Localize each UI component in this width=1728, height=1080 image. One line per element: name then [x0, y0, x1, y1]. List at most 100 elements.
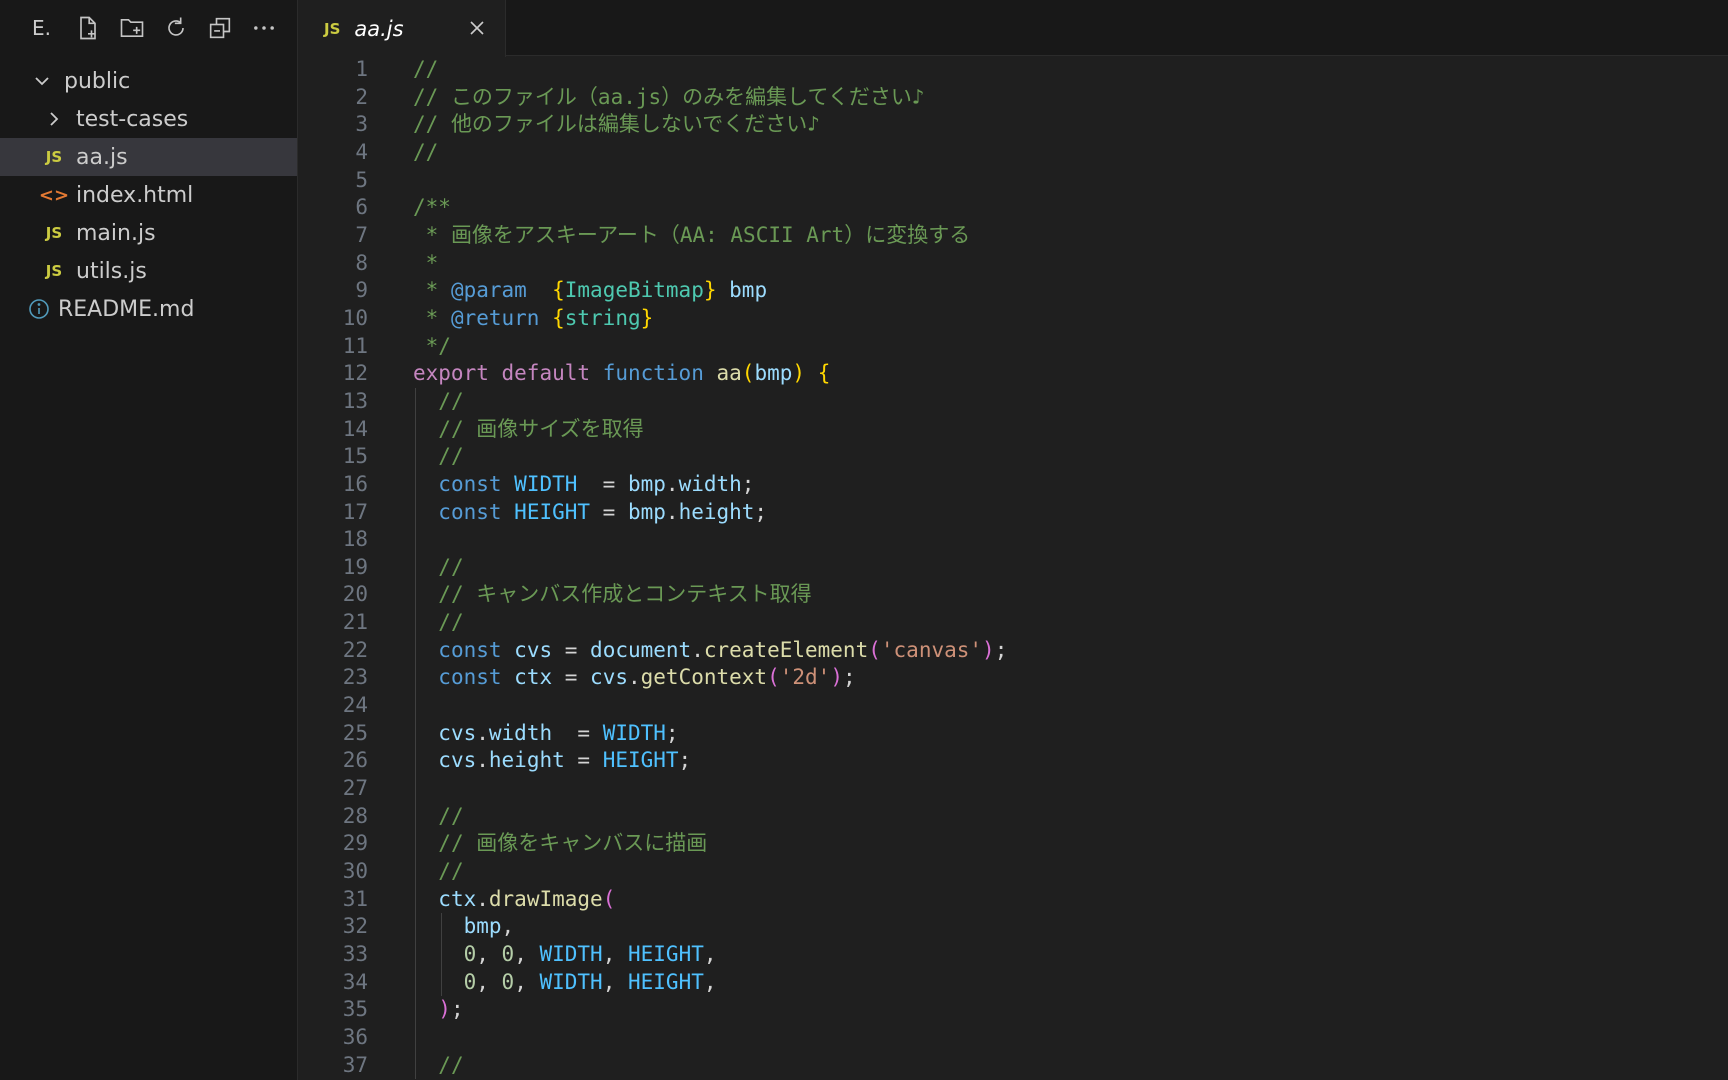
code-line: 1 //	[298, 56, 1728, 84]
code-text: //	[413, 609, 464, 637]
code-token: このファイル（aa.js）のみを編集してください♪	[450, 84, 925, 109]
code-token: ;	[450, 997, 464, 1022]
tree-item-main-js[interactable]: JS main.js	[0, 214, 297, 252]
code-line: 21 //	[298, 609, 1728, 637]
line-number: 27	[342, 776, 368, 801]
code-token: const	[438, 499, 502, 524]
code-text: );	[413, 996, 464, 1024]
code-line: 28 //	[298, 802, 1728, 831]
line-number: 28	[342, 803, 368, 828]
indent-guide	[415, 775, 416, 803]
code-token: const	[438, 665, 502, 690]
code-text: // キャンバス作成とコンテキスト取得	[413, 581, 811, 609]
code-token: (	[741, 361, 755, 386]
js-file-icon: JS	[45, 148, 63, 166]
code-token: HEIGHT	[514, 499, 591, 524]
refresh-icon	[168, 17, 184, 36]
code-token: ,	[514, 969, 540, 994]
line-number: 3	[355, 112, 368, 137]
code-line: 8 *	[298, 250, 1728, 278]
html-file-icon: <>	[38, 184, 70, 206]
code-token: =	[552, 665, 591, 690]
code-token: height	[488, 748, 565, 773]
code-line: 29 // 画像をキャンバスに描画	[298, 830, 1728, 859]
code-text: //	[413, 139, 438, 167]
new-folder-button[interactable]	[110, 6, 154, 50]
new-file-button[interactable]	[66, 6, 110, 50]
code-token: ,	[501, 914, 515, 939]
tree-item-label: README.md	[58, 296, 195, 322]
code-line: 11 */	[298, 333, 1728, 361]
code-token: .	[665, 499, 679, 524]
code-line: 25 cvs.width = WIDTH;	[298, 719, 1728, 748]
indent-guide	[415, 1023, 416, 1052]
code-text: //	[413, 443, 463, 471]
explorer-toolbar: E.	[0, 0, 297, 56]
tree-item-readme-md[interactable]: README.md	[0, 290, 297, 328]
code-text: const ctx = cvs.getContext('2d');	[413, 664, 856, 692]
code-token: cvs	[438, 720, 477, 745]
code-text: /**	[413, 194, 451, 222]
refresh-button[interactable]	[154, 6, 198, 50]
code-line: 27	[298, 775, 1728, 803]
code-token: *	[413, 222, 451, 247]
code-token: *	[413, 305, 451, 330]
tree-item-aa-js[interactable]: JS aa.js	[0, 138, 297, 176]
code-token: ,	[476, 969, 502, 994]
line-number: 5	[355, 167, 368, 192]
code-token: ,	[476, 942, 502, 966]
code-token: )	[982, 637, 995, 662]
code-line: 26 cvs.height = HEIGHT;	[298, 747, 1728, 776]
collapse-all-button[interactable]	[198, 6, 242, 50]
code-token: //	[438, 610, 464, 635]
code-text: //	[413, 388, 463, 416]
code-token: ctx	[438, 886, 477, 911]
tab-aa-js[interactable]: JS aa.js	[298, 0, 506, 57]
code-token: createElement	[703, 637, 869, 662]
js-file-icon: JS	[324, 19, 341, 38]
code-text: // 画像をキャンバスに描画	[413, 830, 707, 858]
code-token: bmp	[627, 471, 666, 496]
code-token: ;	[842, 665, 856, 690]
tree-item-public[interactable]: public	[0, 62, 297, 100]
code-text: cvs.height = HEIGHT;	[413, 747, 691, 775]
line-number: 31	[342, 886, 368, 911]
more-actions-button[interactable]	[242, 6, 286, 50]
tab-close-button[interactable]	[463, 14, 491, 42]
code-token: function	[602, 361, 704, 386]
code-token: //	[438, 1052, 464, 1077]
code-token: getContext	[640, 665, 768, 690]
code-text: //	[413, 1052, 464, 1080]
code-editor[interactable]: 1 // 2 // このファイル（aa.js）のみを編集してください♪ 3 // 他のファ…	[298, 56, 1728, 1080]
tree-item-test-cases[interactable]: test-cases	[0, 100, 297, 138]
line-number: 36	[342, 1024, 368, 1049]
more-icon	[254, 26, 274, 30]
line-number: 15	[342, 444, 368, 469]
code-token: drawImage	[488, 886, 603, 911]
tree-item-utils-js[interactable]: JS utils.js	[0, 252, 297, 290]
code-token: 画像をアスキーアート（AA: ASCII Art）に変換する	[450, 222, 971, 247]
code-token: bmp	[754, 361, 793, 386]
line-number: 30	[342, 859, 368, 884]
code-token: {	[552, 278, 565, 303]
code-line: 6 /**	[298, 194, 1728, 222]
line-number: 10	[342, 305, 368, 330]
tree-item-index-html[interactable]: <> index.html	[0, 176, 297, 214]
line-number: 24	[342, 693, 368, 718]
code-token: *	[413, 278, 451, 303]
code-token: ,	[703, 969, 717, 994]
code-token: default	[501, 361, 591, 386]
code-token: ctx	[514, 665, 553, 690]
code-line: 37 //	[298, 1051, 1728, 1080]
code-token: .	[476, 886, 489, 911]
code-token: =	[564, 748, 603, 773]
code-token: .	[665, 471, 679, 496]
line-number: 8	[355, 250, 368, 275]
